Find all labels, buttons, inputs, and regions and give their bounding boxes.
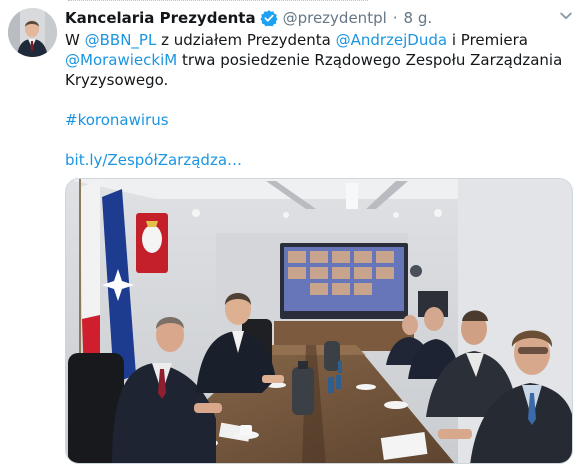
- header-separator: ·: [392, 9, 398, 27]
- tweet-photo[interactable]: [65, 178, 573, 464]
- mention-morawieckim[interactable]: @MorawieckiM: [65, 51, 177, 69]
- avatar[interactable]: [8, 8, 57, 57]
- display-name[interactable]: Kancelaria Prezydenta: [65, 9, 256, 27]
- hashtag-koronawirus[interactable]: #koronawirus: [65, 111, 169, 129]
- previous-tweet-edge: [68, 0, 368, 2]
- tweet-text: W @BBN_PL z udziałem Prezydenta @Andrzej…: [65, 30, 562, 170]
- text-segment: i Premiera: [447, 31, 528, 49]
- user-handle[interactable]: @prezydentpl: [283, 9, 387, 27]
- tweet-header: Kancelaria Prezydenta @prezydentpl · 8 g…: [65, 8, 432, 28]
- text-segment: Kryzysowego.: [65, 71, 169, 89]
- tweet[interactable]: Kancelaria Prezydenta @prezydentpl · 8 g…: [0, 0, 581, 470]
- chevron-down-icon[interactable]: [560, 12, 572, 20]
- tweet-timestamp[interactable]: 8 g.: [404, 9, 433, 27]
- tweet-text-line-2: @MorawieckiM trwa posiedzenie Rządowego …: [65, 50, 562, 70]
- text-segment: z udziałem Prezydenta: [156, 31, 336, 49]
- mention-andrzejduda[interactable]: @AndrzejDuda: [336, 31, 448, 49]
- tweet-text-line-5: bit.ly/ZespółZarządza…: [65, 150, 545, 170]
- tweet-text-line-3: Kryzysowego.: [65, 70, 545, 90]
- meeting-room-photo: [66, 179, 572, 463]
- text-segment: trwa posiedzenie Rządowego Zespołu Zarzą…: [177, 51, 563, 69]
- tweet-text-line-1: W @BBN_PL z udziałem Prezydenta @Andrzej…: [65, 30, 545, 50]
- text-segment: W: [65, 31, 85, 49]
- mention-bbn[interactable]: @BBN_PL: [85, 31, 157, 49]
- external-link[interactable]: bit.ly/ZespółZarządza…: [65, 151, 242, 169]
- tweet-text-line-4: #koronawirus: [65, 110, 545, 130]
- verified-badge-icon: [259, 9, 278, 27]
